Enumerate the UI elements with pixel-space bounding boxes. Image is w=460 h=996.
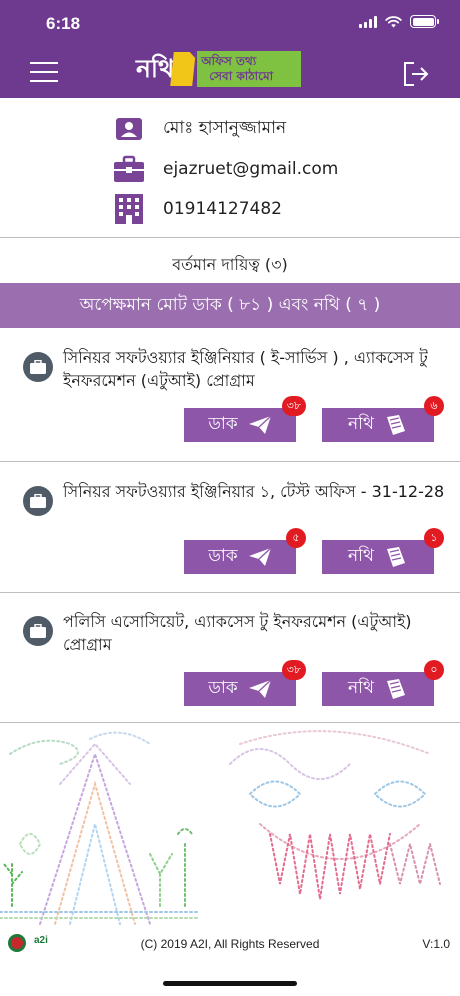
paper-plane-icon [248, 547, 272, 566]
dak-count-badge: ৩৮ [281, 660, 306, 680]
version-text: V:1.0 [422, 937, 450, 951]
designation-card[interactable]: সিনিয়র সফটওয়্যার ইঞ্জিনিয়ার ( ই-সার্ভ… [0, 338, 460, 462]
status-time: 6:18 [46, 14, 81, 33]
dak-count-badge: ৫ [286, 528, 306, 548]
file-icon [387, 547, 406, 567]
dak-button[interactable]: ডাক ৫ [184, 528, 306, 574]
footer: a2i (C) 2019 A2I, All Rights Reserved V:… [0, 930, 460, 960]
divider [0, 461, 460, 462]
nothi-label: নথি [347, 678, 375, 698]
dak-label: ডাক [208, 414, 238, 434]
dak-button[interactable]: ডাক ৩৮ [184, 660, 306, 706]
decorative-folk-art [0, 730, 441, 925]
dak-count-badge: ৩৮ [281, 396, 306, 416]
nothi-count-badge: ১ [424, 528, 444, 548]
hamburger-icon[interactable] [30, 62, 58, 84]
paper-plane-icon [248, 679, 272, 698]
divider [0, 237, 460, 238]
logo-doc-icon [170, 52, 197, 86]
profile-phone-row: 01914127482 [113, 194, 282, 224]
logo-line-1: অফিস তথ্য [201, 54, 257, 68]
nothi-count-badge: ৬ [424, 396, 444, 416]
logo-tagline: অফিস তথ্য সেবা কাঠামো [197, 51, 302, 87]
designation-title: পলিসি এসোসিয়েট, এ্যাকসেস টু ইনফরমেশন (এ… [63, 612, 412, 654]
briefcase-circle-icon [23, 352, 53, 382]
battery-icon [410, 15, 439, 28]
designation-title: সিনিয়র সফটওয়্যার ইঞ্জিনিয়ার ১, টেস্ট … [63, 482, 445, 501]
designation-card[interactable]: পলিসি এসোসিয়েট, এ্যাকসেস টু ইনফরমেশন (এ… [0, 604, 460, 724]
app-logo: নথি অফিস তথ্য সেবা কাঠামো [136, 50, 302, 88]
divider [0, 592, 460, 593]
briefcase-icon [114, 155, 144, 182]
nothi-label: নথি [347, 414, 375, 434]
divider [0, 722, 460, 723]
building-icon [115, 194, 143, 224]
logo-line-2: সেবা কাঠামো [209, 69, 274, 83]
user-card-icon [116, 118, 142, 140]
briefcase-circle-icon [23, 616, 53, 646]
status-icons [359, 15, 439, 28]
dak-label: ডাক [208, 546, 238, 566]
nothi-label: নথি [347, 546, 375, 566]
nothi-count-badge: ০ [424, 660, 444, 680]
paper-plane-icon [248, 415, 272, 434]
nothi-button[interactable]: নথি ১ [322, 528, 444, 574]
copyright-text: (C) 2019 A2I, All Rights Reserved [140, 937, 320, 951]
designation-title: সিনিয়র সফটওয়্যার ইঞ্জিনিয়ার ( ই-সার্ভ… [63, 348, 428, 390]
profile-name-row: মোঃ হাসানুজ্জামান [113, 114, 286, 144]
file-icon [387, 679, 406, 699]
app-header: 6:18 নথি অফিস তথ্য সেবা কাঠামো [0, 0, 460, 98]
profile-email: ejazruet@gmail.com [163, 159, 339, 179]
current-responsibility: বর্তমান দায়িত্ব (৩) [172, 255, 288, 274]
profile-name: মোঃ হাসানুজ্জামান [163, 118, 287, 138]
dak-button[interactable]: ডাক ৩৮ [184, 396, 306, 442]
profile-email-row: ejazruet@gmail.com [113, 154, 338, 184]
logout-icon[interactable] [402, 60, 430, 88]
signal-icon [359, 15, 377, 28]
pending-summary-bar: অপেক্ষমান মোট ডাক ( ৮১ ) এবং নথি ( ৭ ) [0, 283, 460, 328]
home-indicator [163, 981, 297, 986]
dak-label: ডাক [208, 678, 238, 698]
profile-phone: 01914127482 [163, 199, 282, 219]
nothi-button[interactable]: নথি ০ [322, 660, 444, 706]
briefcase-circle-icon [23, 486, 53, 516]
designation-card[interactable]: সিনিয়র সফটওয়্যার ইঞ্জিনিয়ার ১, টেস্ট … [0, 474, 460, 594]
wifi-icon [385, 15, 402, 27]
nothi-button[interactable]: নথি ৬ [322, 396, 444, 442]
file-icon [387, 415, 406, 435]
